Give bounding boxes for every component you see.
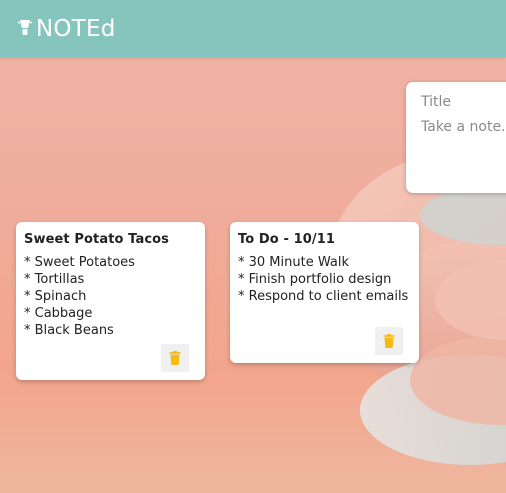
brand-title: NOTEd [36, 15, 116, 42]
trash-icon [169, 351, 181, 365]
brand: NOTEd [17, 16, 116, 42]
note-title: To Do - 10/11 [238, 232, 335, 247]
note-card: Sweet Potato Tacos * Sweet Potatoes * To… [16, 222, 205, 380]
note-title: Sweet Potato Tacos [24, 232, 170, 247]
app-header: NOTEd [0, 0, 506, 57]
note-composer [406, 82, 506, 193]
delete-note-button[interactable] [375, 327, 403, 355]
note-content-input[interactable] [421, 119, 506, 135]
title-input[interactable] [421, 94, 506, 110]
note-card: To Do - 10/11 * 30 Minute Walk * Finish … [230, 222, 419, 363]
trash-icon [383, 334, 395, 348]
note-content: * Sweet Potatoes * Tortillas * Spinach *… [24, 255, 135, 338]
delete-note-button[interactable] [161, 344, 189, 372]
note-content: * 30 Minute Walk * Finish portfolio desi… [238, 255, 409, 304]
lightbulb-icon [17, 19, 33, 35]
